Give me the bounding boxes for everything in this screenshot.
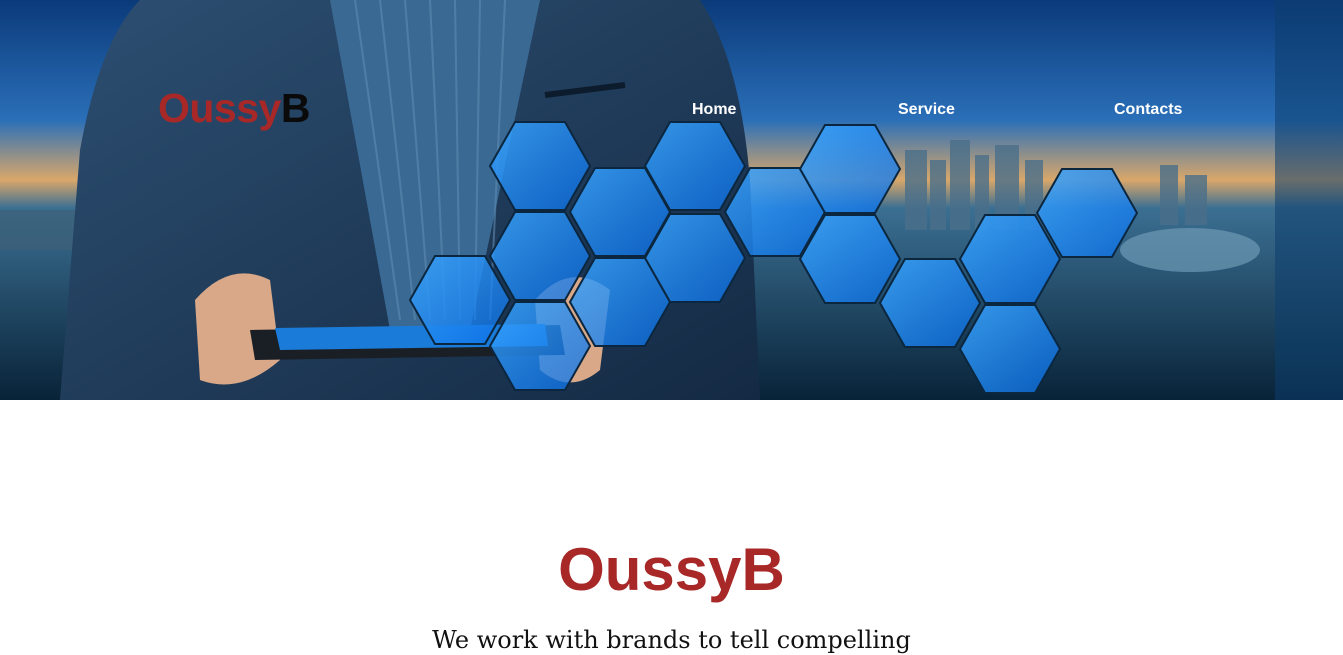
intro-text: We work with brands to tell compelling (432, 626, 911, 654)
nav-link-service[interactable]: Service (898, 101, 955, 119)
logo-text-primary: Oussy (158, 85, 281, 131)
top-navigation: OussyB Home Service Contacts (0, 0, 1343, 220)
nav-link-contacts[interactable]: Contacts (1114, 101, 1182, 119)
nav-link-home[interactable]: Home (692, 101, 736, 119)
logo[interactable]: OussyB (158, 88, 310, 129)
intro-section: OussyB We work with brands to tell compe… (0, 400, 1343, 655)
logo-text-secondary: B (280, 85, 311, 131)
hero-banner: OussyB Home Service Contacts (0, 0, 1343, 400)
intro-title: OussyB (558, 536, 785, 603)
